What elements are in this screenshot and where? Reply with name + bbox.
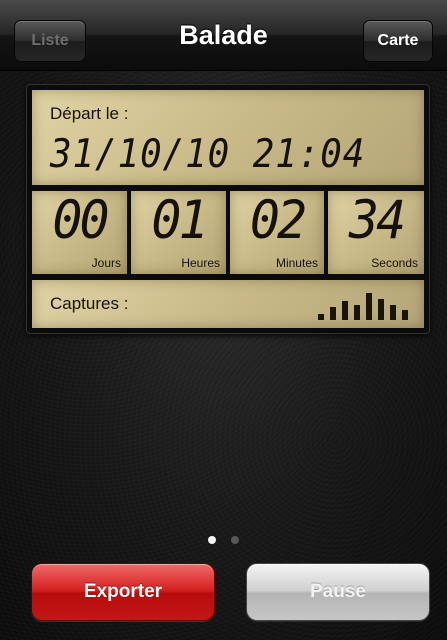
- minutes-cell: 02 Minutes: [230, 189, 324, 274]
- signal-bars-icon: [318, 293, 408, 320]
- lcd-panel: Départ le : 31/10/10 21:04 00 Jours 01 H…: [26, 84, 430, 334]
- seconds-cell: 34 Seconds: [328, 189, 424, 274]
- map-button[interactable]: Carte: [363, 20, 433, 62]
- minutes-value: 02: [249, 189, 307, 251]
- minutes-unit: Minutes: [275, 256, 318, 270]
- export-button[interactable]: Exporter: [31, 563, 215, 621]
- page-dot-active[interactable]: [208, 536, 217, 544]
- departure-cell: Départ le : 31/10/10 21:04: [32, 90, 424, 185]
- captures-label: Captures :: [50, 294, 129, 313]
- captures-cell: Captures :: [32, 280, 424, 328]
- pause-button[interactable]: Pause: [246, 563, 430, 621]
- departure-label: Départ le :: [50, 104, 129, 123]
- days-value: 00: [52, 189, 109, 251]
- hours-cell: 01 Heures: [131, 189, 226, 274]
- page-dot[interactable]: [230, 536, 239, 544]
- seconds-unit: Seconds: [371, 256, 418, 270]
- days-cell: 00 Jours: [32, 189, 127, 274]
- hours-value: 01: [151, 189, 208, 251]
- app-screen: Liste Balade Carte Départ le : 31/10/10 …: [0, 0, 447, 640]
- days-unit: Jours: [91, 256, 121, 270]
- departure-datetime: 31/10/10 21:04: [50, 132, 366, 177]
- hours-unit: Heures: [181, 256, 220, 270]
- seconds-value: 34: [348, 189, 406, 251]
- page-indicator[interactable]: [0, 531, 447, 549]
- navigation-bar: Liste Balade Carte: [0, 0, 447, 71]
